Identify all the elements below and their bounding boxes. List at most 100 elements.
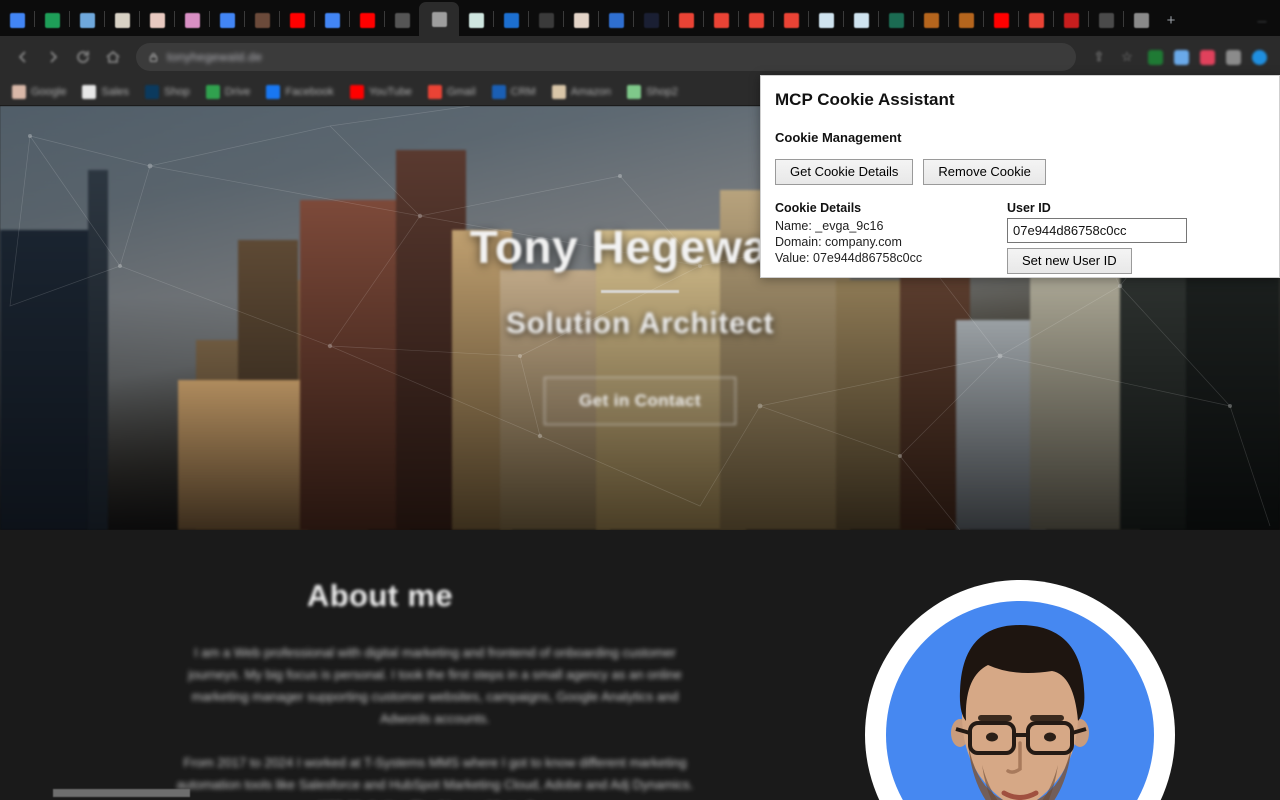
user-id-input[interactable] xyxy=(1007,218,1187,243)
tab-youtube-1[interactable] xyxy=(280,4,314,36)
browser-window: + — tonyhegewald.de ⇪ ☆ Google Sales Sho… xyxy=(0,0,1280,800)
tab-favicon-icon xyxy=(1028,12,1044,28)
tab-favicon-icon xyxy=(538,12,554,28)
user-id-column: User ID Set new User ID xyxy=(1007,201,1187,274)
tab-favicon-icon xyxy=(394,12,410,28)
tab-favicon-icon xyxy=(431,11,447,27)
tab-page-8[interactable] xyxy=(564,4,598,36)
tab-google-2[interactable] xyxy=(210,4,244,36)
share-icon[interactable]: ⇪ xyxy=(1086,46,1112,68)
tab-page-4[interactable] xyxy=(385,4,419,36)
bookmark-youtube[interactable]: YouTube xyxy=(344,83,418,101)
tab-sheets[interactable] xyxy=(35,4,69,36)
tab-favicon-icon xyxy=(608,12,624,28)
extension-icon-green[interactable] xyxy=(1142,46,1168,68)
tab-page-13[interactable] xyxy=(879,4,913,36)
get-cookie-details-button[interactable]: Get Cookie Details xyxy=(775,159,914,185)
tab-favicon-icon xyxy=(1063,12,1079,28)
bookmark-label: Google xyxy=(31,85,67,98)
bookmark-crm[interactable]: CRM xyxy=(486,83,542,101)
home-icon[interactable] xyxy=(98,42,128,72)
tab-page-11[interactable] xyxy=(809,4,843,36)
bookmark-label: Shop2 xyxy=(646,85,678,98)
tab-favicon-icon xyxy=(184,12,200,28)
address-bar[interactable]: tonyhegewald.de xyxy=(136,43,1076,71)
tab-page-5[interactable] xyxy=(459,4,493,36)
tab-favicon-icon xyxy=(888,12,904,28)
tab-youtube-3[interactable] xyxy=(984,4,1018,36)
tab-chrome-4[interactable] xyxy=(774,4,808,36)
tab-favicon-icon xyxy=(853,12,869,28)
minimize-button[interactable]: — xyxy=(1250,16,1274,30)
cookie-action-buttons: Get Cookie Details Remove Cookie xyxy=(775,159,1265,185)
extension-icon-gray[interactable] xyxy=(1220,46,1246,68)
tab-page-14[interactable] xyxy=(914,4,948,36)
toolbar-right-actions: ⇪ ☆ xyxy=(1086,46,1272,68)
bookmark-google[interactable]: Google xyxy=(6,83,72,101)
bookmark-shop2[interactable]: Shop2 xyxy=(621,83,684,101)
tab-page-1[interactable] xyxy=(140,4,174,36)
set-new-user-id-button[interactable]: Set new User ID xyxy=(1007,248,1132,274)
tab-chrome-3[interactable] xyxy=(739,4,773,36)
get-in-contact-button[interactable]: Get in Contact xyxy=(544,376,736,425)
tab-chrome-2[interactable] xyxy=(704,4,738,36)
bookmark-favicon-icon xyxy=(491,84,506,99)
tab-favicon-icon xyxy=(1133,12,1149,28)
bookmark-drive[interactable]: Drive xyxy=(200,83,257,101)
cookie-domain-line: Domain: company.com xyxy=(775,235,902,249)
bookmark-gmail[interactable]: Gmail xyxy=(422,83,482,101)
tab-page-6[interactable] xyxy=(494,4,528,36)
tab-active-site[interactable] xyxy=(419,2,459,36)
tab-favicon-icon xyxy=(79,12,95,28)
bookmark-label: Sales xyxy=(101,85,130,98)
tab-page-12[interactable] xyxy=(844,4,878,36)
tab-favicon-icon xyxy=(1098,12,1114,28)
tab-favicon-icon xyxy=(114,12,130,28)
tab-page-3[interactable] xyxy=(245,4,279,36)
bookmark-favicon-icon xyxy=(205,84,220,99)
new-tab-button[interactable]: + xyxy=(1158,7,1184,33)
tab-chrome-5[interactable] xyxy=(1019,4,1053,36)
bookmark-label: Shop xyxy=(164,85,190,98)
reload-icon[interactable] xyxy=(68,42,98,72)
tab-youtube-2[interactable] xyxy=(350,4,384,36)
tab-favicon-icon xyxy=(254,12,270,28)
tab-page-17[interactable] xyxy=(1089,4,1123,36)
tab-page-2[interactable] xyxy=(175,4,209,36)
remove-cookie-button[interactable]: Remove Cookie xyxy=(923,159,1046,185)
bookmark-shop[interactable]: Shop xyxy=(139,83,196,101)
tab-page-9[interactable] xyxy=(599,4,633,36)
tab-favicon-icon xyxy=(818,12,834,28)
tab-page-7[interactable] xyxy=(529,4,563,36)
tab-analytics[interactable] xyxy=(70,4,104,36)
extension-icon-red[interactable] xyxy=(1194,46,1220,68)
back-icon[interactable] xyxy=(8,42,38,72)
tab-google-3[interactable] xyxy=(315,4,349,36)
bookmark-favicon-icon xyxy=(12,84,26,99)
bookmark-facebook[interactable]: Facebook xyxy=(260,83,339,101)
about-title: About me xyxy=(306,578,454,613)
cookie-consent-bar[interactable] xyxy=(53,789,190,797)
bookmark-sales[interactable]: Sales xyxy=(76,83,135,101)
bookmark-amazon[interactable]: Amazon xyxy=(546,83,617,101)
tab-google-1[interactable] xyxy=(0,4,34,36)
tab-chrome-1[interactable] xyxy=(669,4,703,36)
cookie-name-line: Name: _evga_9c16 xyxy=(775,219,884,233)
bookmark-favicon-icon xyxy=(427,84,442,99)
tab-strip: + — xyxy=(0,0,1280,36)
bookmark-favicon-icon xyxy=(266,84,281,99)
about-text-column: About me I am a Web professional with di… xyxy=(0,578,760,800)
hero-role: Solution Architect xyxy=(505,306,775,340)
forward-icon[interactable] xyxy=(38,42,68,72)
tab-page-10[interactable] xyxy=(634,4,668,36)
tab-page-18[interactable] xyxy=(1124,4,1158,36)
tab-doc[interactable] xyxy=(105,4,139,36)
extension-icon-blue[interactable] xyxy=(1168,46,1194,68)
bookmark-star-icon[interactable]: ☆ xyxy=(1114,46,1140,68)
tab-page-15[interactable] xyxy=(949,4,983,36)
bookmark-label: Facebook xyxy=(285,85,334,98)
tab-page-16[interactable] xyxy=(1054,4,1088,36)
bookmark-label: Gmail xyxy=(446,85,476,98)
profile-avatar[interactable] xyxy=(1246,46,1272,68)
tab-favicon-icon xyxy=(289,12,305,28)
